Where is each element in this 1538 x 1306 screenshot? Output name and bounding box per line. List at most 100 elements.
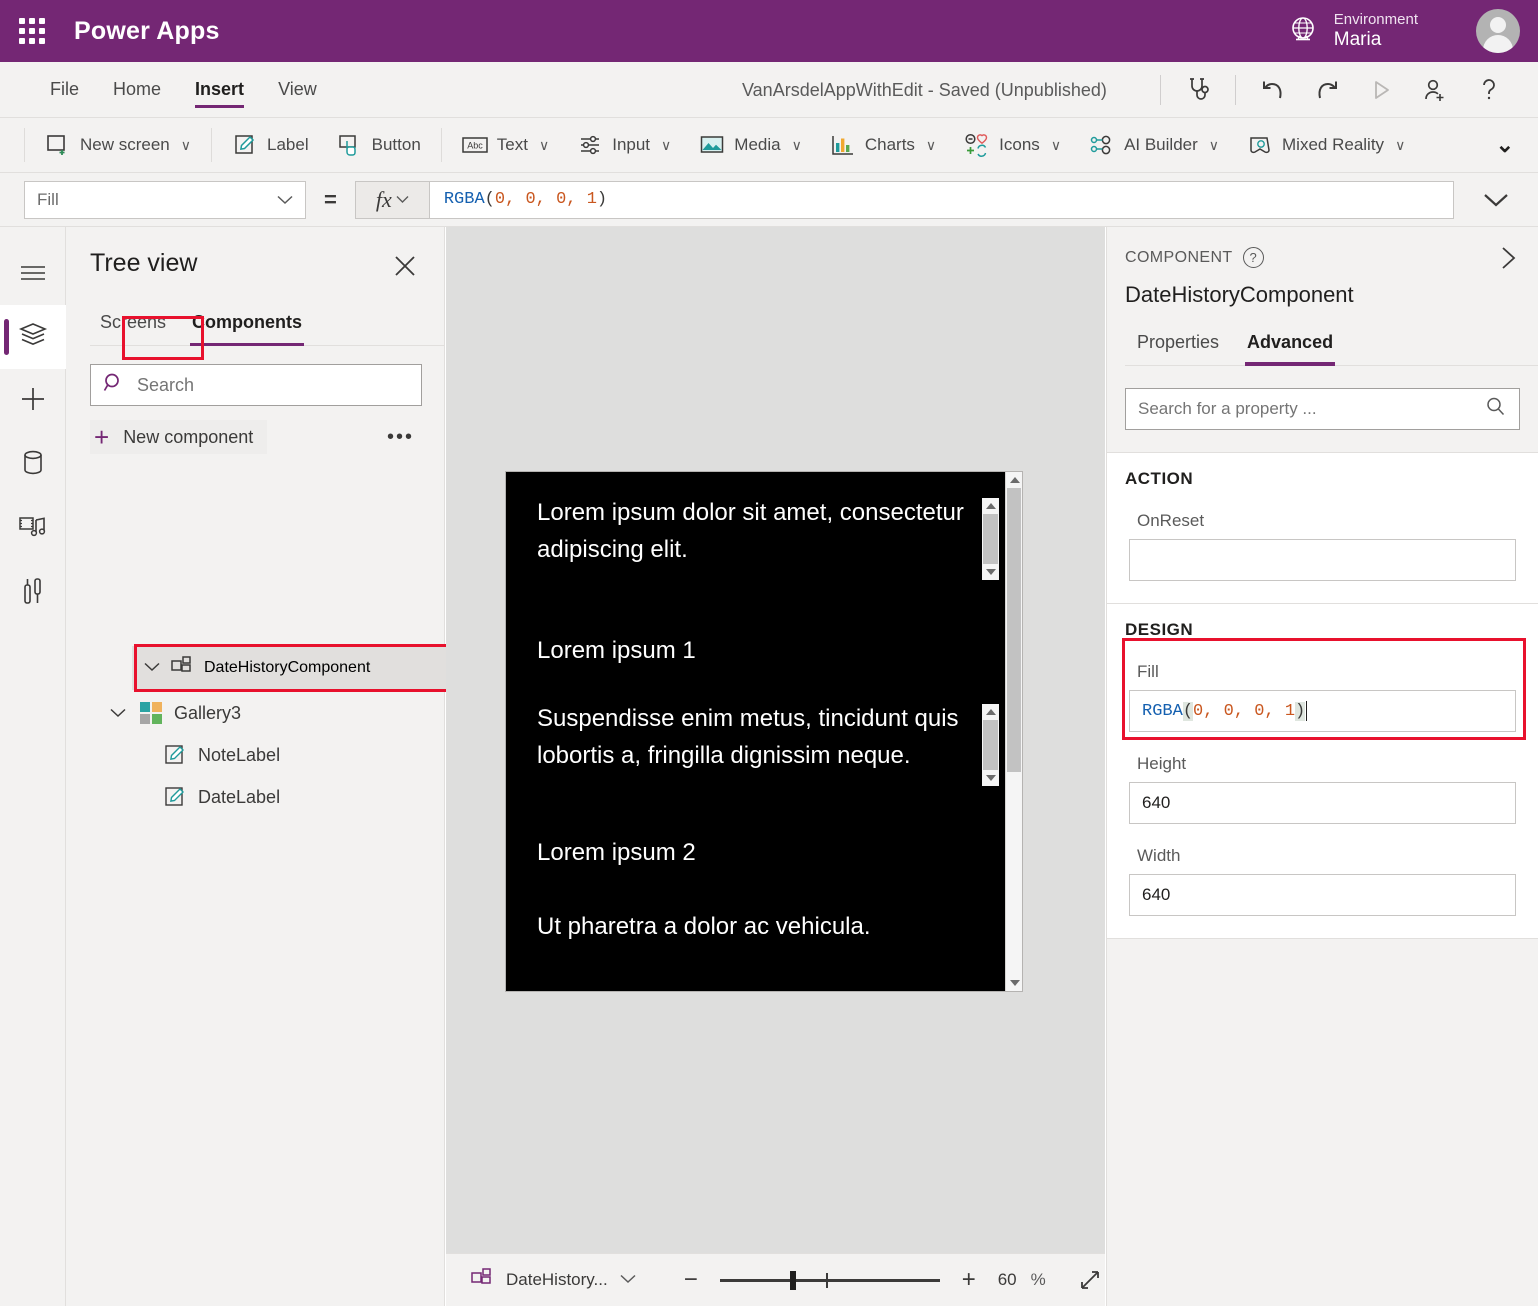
left-icon-rail (0, 227, 66, 1306)
formula-input[interactable]: RGBA(0, 0, 0, 1) (428, 180, 1454, 219)
chevron-down-icon[interactable] (108, 708, 128, 718)
field-input-fill[interactable]: RGBA(0, 0, 0, 1) (1129, 690, 1516, 732)
tree-node-notelabel[interactable]: NoteLabel (66, 734, 445, 776)
tab-properties[interactable]: Properties (1125, 326, 1231, 365)
fx-button[interactable]: fx (354, 180, 429, 219)
field-input-height[interactable]: 640 (1129, 782, 1516, 824)
share-user-icon[interactable] (1408, 69, 1462, 111)
tree-node-gallery3[interactable]: Gallery3 (66, 692, 445, 734)
canvas-component-selector[interactable]: DateHistory... (470, 1267, 636, 1294)
search-input[interactable] (137, 374, 409, 396)
help-circle-icon[interactable]: ? (1242, 247, 1264, 268)
new-component-row: + New component ••• (90, 416, 422, 458)
inner-scrollbar-1[interactable] (982, 498, 999, 580)
zoom-slider-knob[interactable] (789, 1271, 796, 1290)
scrollbar-thumb[interactable] (983, 720, 998, 770)
ribbon-new-screen[interactable]: New screen ∨ (31, 125, 205, 165)
charts-icon (830, 133, 856, 157)
property-search-box[interactable] (1125, 388, 1520, 430)
redo-icon[interactable] (1300, 69, 1354, 111)
field-input-onreset[interactable] (1129, 539, 1516, 581)
ribbon-label: Text (496, 135, 528, 154)
property-dropdown[interactable]: Fill (24, 180, 306, 219)
ribbon-button-control[interactable]: Button (323, 125, 435, 165)
ribbon-label: Media (734, 135, 781, 154)
page-title: Tree view (90, 249, 198, 277)
user-avatar-icon[interactable] (1476, 9, 1520, 53)
scrollbar-thumb[interactable] (1007, 488, 1021, 772)
ribbon-ai-builder[interactable]: AI Builder ∨ (1075, 125, 1233, 165)
hamburger-menu-icon[interactable] (0, 241, 66, 305)
scroll-down-icon[interactable] (982, 770, 999, 786)
menu-tabs: File Home Insert View (36, 62, 331, 118)
ribbon-text[interactable]: Abc Text ∨ (448, 125, 563, 165)
component-preview[interactable]: Lorem ipsum dolor sit amet, consectetur … (505, 471, 1023, 992)
fit-screen-icon[interactable] (1078, 1268, 1102, 1292)
selected-component-name: DateHistoryComponent (1125, 282, 1354, 307)
sidebar-item-data[interactable] (0, 433, 66, 497)
waffle-icon[interactable] (16, 15, 48, 47)
formula-expand-chevron-down-icon[interactable] (1468, 192, 1524, 208)
environment-name: Maria (1333, 28, 1382, 50)
ribbon-icons[interactable]: Icons ∨ (950, 125, 1075, 165)
menu-item-file[interactable]: File (36, 62, 93, 118)
equals-sign: = (324, 186, 337, 212)
label-icon (162, 785, 188, 809)
fill-args: 0, 0, 0, 1 (1193, 701, 1296, 721)
tree-node-datelabel[interactable]: DateLabel (66, 776, 445, 818)
menu-item-insert[interactable]: Insert (181, 62, 258, 118)
scroll-down-icon[interactable] (1006, 975, 1023, 991)
ribbon-label: Label (267, 135, 309, 154)
ribbon-label: New screen (80, 135, 170, 154)
close-icon[interactable] (388, 249, 422, 288)
menu-item-view[interactable]: View (264, 62, 331, 118)
chevron-down-icon: ∨ (1208, 136, 1220, 153)
zoom-in-button[interactable]: + (954, 1265, 984, 1295)
ribbon-charts[interactable]: Charts ∨ (816, 125, 950, 165)
sidebar-item-media[interactable] (0, 497, 66, 561)
app-checker-icon[interactable] (1171, 69, 1225, 111)
environment-selector[interactable]: Environment Maria (1286, 0, 1418, 62)
scroll-down-icon[interactable] (982, 564, 999, 580)
scroll-up-icon[interactable] (982, 704, 999, 720)
preview-play-icon[interactable] (1354, 69, 1408, 111)
gallery-item-note-3: Ut pharetra a dolor ac vehicula. (537, 913, 871, 940)
tab-components[interactable]: Components (182, 306, 312, 346)
undo-icon[interactable] (1246, 69, 1300, 111)
ribbon-mixed-reality[interactable]: Mixed Reality ∨ (1233, 125, 1419, 165)
scroll-up-icon[interactable] (1006, 472, 1023, 488)
inner-scrollbar-2[interactable] (982, 704, 999, 786)
ribbon-label-control[interactable]: Label (218, 125, 323, 165)
tab-advanced[interactable]: Advanced (1235, 326, 1345, 366)
chevron-down-icon[interactable] (144, 659, 160, 677)
field-label-height: Height (1137, 754, 1187, 773)
new-component-button[interactable]: + New component (90, 420, 268, 454)
app-canvas[interactable]: Lorem ipsum dolor sit amet, consectetur … (446, 227, 1105, 1253)
zoom-out-button[interactable]: − (676, 1265, 706, 1295)
zoom-slider[interactable] (719, 1265, 940, 1295)
ribbon-more-chevron-down-icon[interactable]: ⌄ (1496, 132, 1514, 158)
field-input-width[interactable]: 640 (1129, 874, 1516, 916)
scroll-up-icon[interactable] (982, 498, 999, 514)
properties-tabs: Properties Advanced (1125, 326, 1538, 366)
sidebar-item-advanced-tools[interactable] (0, 561, 66, 625)
sidebar-item-insert[interactable] (0, 369, 66, 433)
property-search-input[interactable] (1138, 399, 1485, 419)
gallery-scrollbar[interactable] (1005, 472, 1022, 991)
new-component-more-icon[interactable]: ••• (379, 422, 422, 453)
ribbon-input[interactable]: Input ∨ (563, 125, 685, 165)
new-component-label: New component (123, 426, 254, 447)
gallery-item-date-2: Lorem ipsum 2 (537, 839, 696, 866)
formula-paren-open: ( (484, 190, 495, 209)
properties-collapse-chevron-right-icon[interactable] (1498, 245, 1520, 276)
tree-search-box[interactable] (90, 364, 422, 406)
power-apps-studio: Power Apps Environment Maria File Home I… (0, 0, 1538, 1306)
menu-item-home[interactable]: Home (99, 62, 175, 118)
tab-screens[interactable]: Screens (90, 306, 176, 345)
scrollbar-thumb[interactable] (983, 514, 998, 564)
help-icon[interactable] (1462, 69, 1516, 111)
sidebar-item-tree-view[interactable] (0, 305, 66, 369)
ribbon-media[interactable]: Media ∨ (685, 125, 816, 165)
plus-icon: + (94, 422, 110, 452)
chevron-down-icon[interactable] (620, 1271, 636, 1289)
